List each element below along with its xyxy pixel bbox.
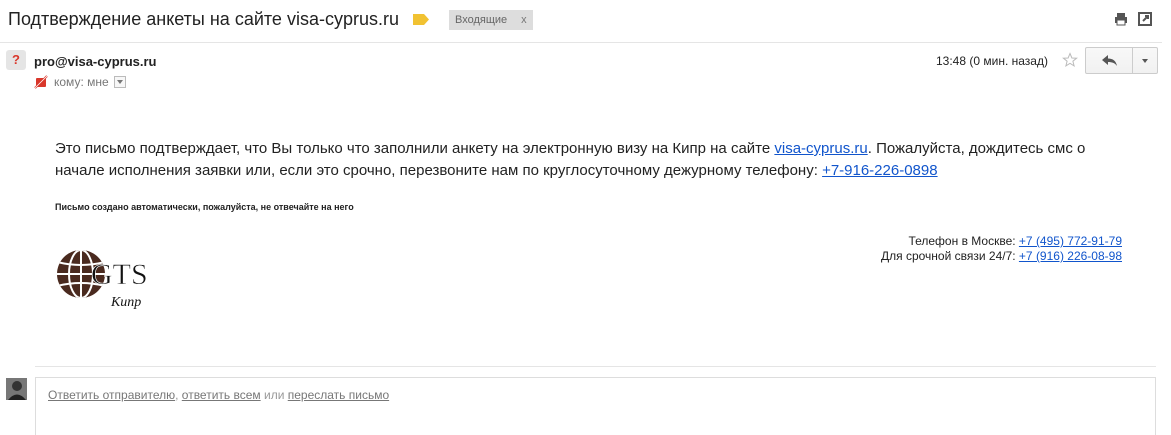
contacts-block: Телефон в Москве: +7 (495) 772-91-79 Для… xyxy=(881,234,1122,264)
inbox-label-chip[interactable]: Входящие x xyxy=(449,10,533,30)
recipient-row: кому: мне xyxy=(34,75,126,89)
message-body: Это письмо подтверждает, что Вы только ч… xyxy=(55,138,1135,182)
reply-comma: , xyxy=(175,388,182,402)
reply-arrow-icon xyxy=(1102,55,1117,66)
svg-text:GTS: GTS xyxy=(91,258,148,291)
subject-bar: Подтверждение анкеты на сайте visa-cypru… xyxy=(0,0,1171,42)
phone-link[interactable]: +7-916-226-0898 xyxy=(822,162,938,179)
email-subject: Подтверждение анкеты на сайте visa-cypru… xyxy=(8,9,399,29)
message-timestamp: 13:48 (0 мин. назад) xyxy=(936,54,1048,68)
site-link[interactable]: visa-cyprus.ru xyxy=(774,140,867,157)
print-icon[interactable] xyxy=(1114,12,1128,26)
reply-or: или xyxy=(260,388,288,402)
forward-link[interactable]: переслать письмо xyxy=(288,388,389,402)
urgent-phone-link[interactable]: +7 (916) 226-08-98 xyxy=(1019,249,1122,263)
sender-email[interactable]: pro@visa-cyprus.ru xyxy=(34,54,157,69)
inbox-label-text: Входящие xyxy=(455,14,508,26)
recipient-label: кому: мне xyxy=(54,75,109,89)
important-marker-icon[interactable] xyxy=(413,14,429,25)
more-actions-button[interactable] xyxy=(1132,47,1158,74)
moscow-phone-row: Телефон в Москве: +7 (495) 772-91-79 xyxy=(881,234,1122,249)
reply-links: Ответить отправителю, ответить всем или … xyxy=(48,388,389,402)
reply-sender-link[interactable]: Ответить отправителю xyxy=(48,388,175,402)
gts-cyprus-logo: GTS Кипр xyxy=(57,250,148,310)
remove-label-button[interactable]: x xyxy=(521,14,527,26)
reply-button[interactable] xyxy=(1085,47,1133,74)
star-icon[interactable] xyxy=(1062,52,1078,68)
moscow-phone-link[interactable]: +7 (495) 772-91-79 xyxy=(1019,234,1122,248)
show-details-dropdown[interactable] xyxy=(113,76,126,88)
user-avatar xyxy=(6,378,27,400)
auto-note: Письмо создано автоматически, пожалуйста… xyxy=(55,202,354,212)
header-divider xyxy=(0,42,1162,43)
new-window-icon[interactable] xyxy=(1138,12,1152,26)
moscow-phone-label: Телефон в Москве: xyxy=(908,234,1019,248)
phishing-warning-icon xyxy=(34,75,48,89)
urgent-phone-row: Для срочной связи 24/7: +7 (916) 226-08-… xyxy=(881,249,1122,264)
body-intro-text: Это письмо подтверждает, что Вы только ч… xyxy=(55,140,775,157)
footer-divider xyxy=(35,366,1156,367)
sender-avatar: ? xyxy=(6,50,26,70)
svg-text:Кипр: Кипр xyxy=(110,295,141,310)
urgent-phone-label: Для срочной связи 24/7: xyxy=(880,249,1019,263)
reply-all-link[interactable]: ответить всем xyxy=(182,388,261,402)
reply-box[interactable] xyxy=(35,377,1156,435)
